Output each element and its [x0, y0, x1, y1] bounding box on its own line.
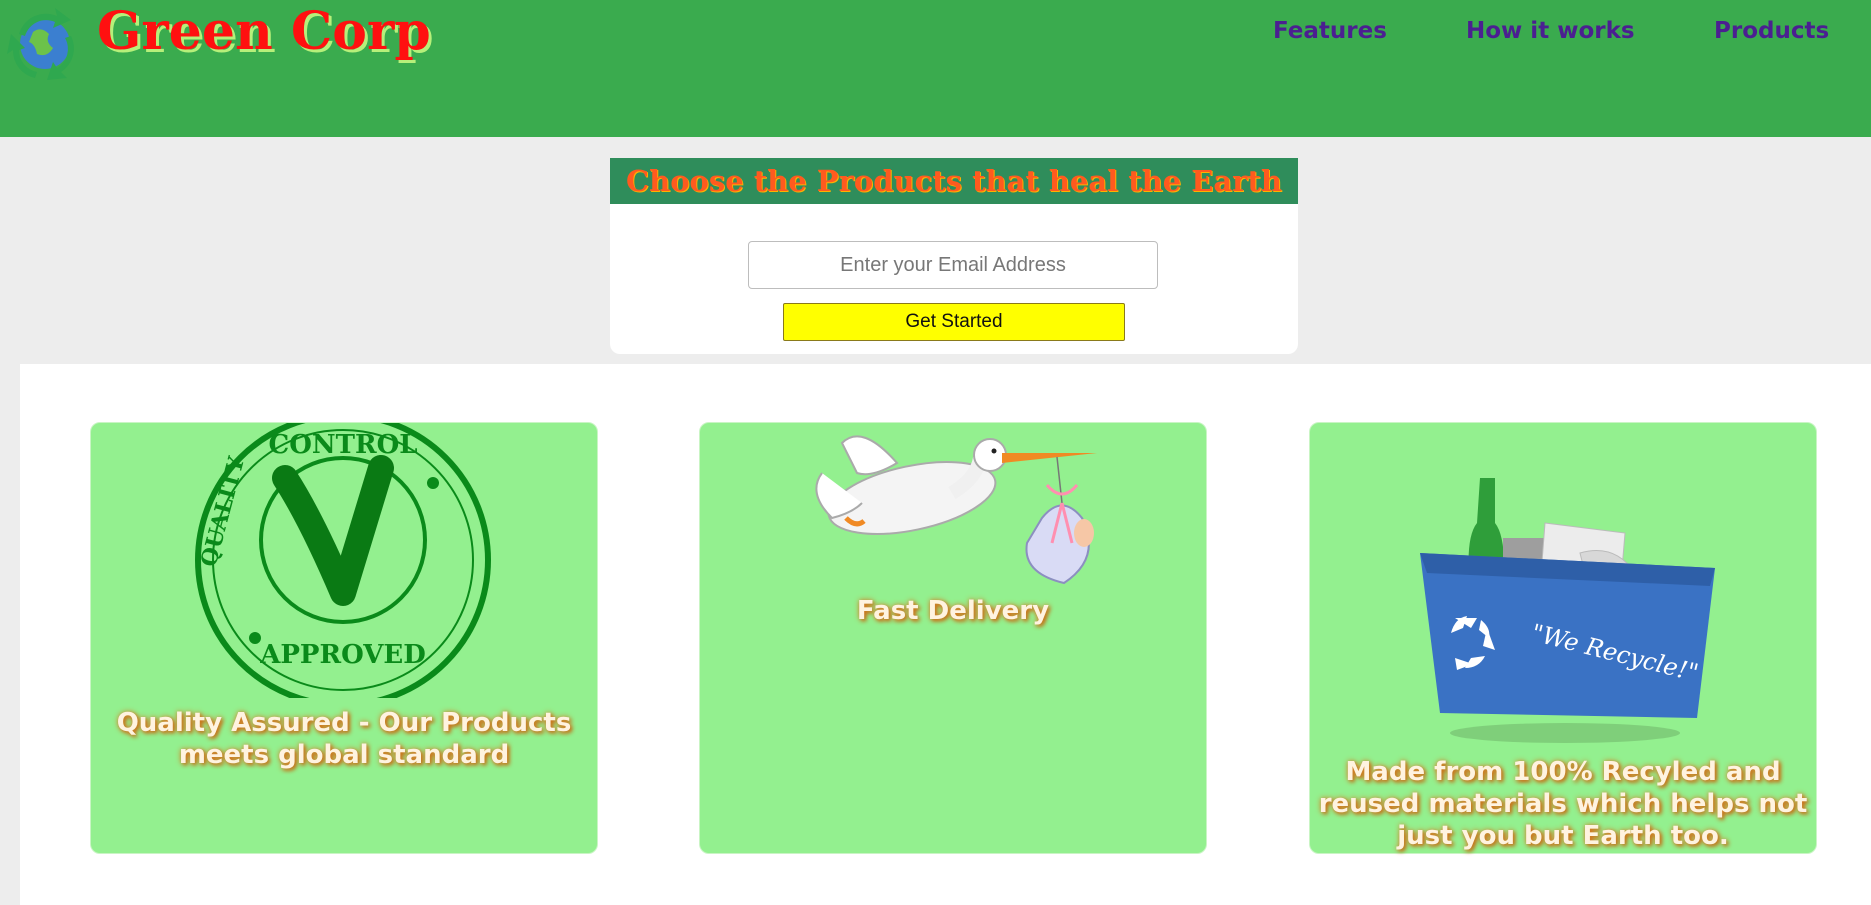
features-section: CONTROL APPROVED QUALITY Quality Assured… [20, 364, 1871, 905]
recycle-globe-logo-icon[interactable] [5, 4, 85, 84]
nav-link-how-it-works[interactable]: How it works [1466, 18, 1635, 44]
feature-text-quality: Quality Assured - Our Products meets glo… [116, 708, 572, 770]
nav-link-products[interactable]: Products [1714, 18, 1829, 44]
svg-text:APPROVED: APPROVED [259, 640, 426, 670]
brand-title: Green Corp [97, 1, 431, 62]
feature-card-delivery: Fast Delivery [699, 422, 1207, 854]
stork-delivery-icon [815, 435, 1097, 585]
header: Green Corp Features How it works Product… [0, 0, 1871, 137]
get-started-button[interactable]: Get Started [783, 303, 1125, 341]
feature-text-delivery: Fast Delivery [856, 596, 1050, 626]
nav-link-features[interactable]: Features [1273, 18, 1387, 44]
email-input[interactable] [748, 241, 1158, 289]
recycle-bin-icon: "We Recycle!" [1420, 478, 1715, 743]
feature-card-quality: CONTROL APPROVED QUALITY Quality Assured… [90, 422, 598, 854]
hero-title: Choose the Products that heal the Earth [610, 158, 1298, 204]
svg-text:CONTROL: CONTROL [269, 430, 418, 460]
feature-text-recycled: Made from 100% Recyled and reused materi… [1318, 757, 1808, 851]
hero-panel: Choose the Products that heal the Earth … [610, 158, 1298, 354]
feature-card-recycled: "We Recycle!" Made from 100% Recyled and… [1309, 422, 1817, 854]
quality-approved-stamp-icon: CONTROL APPROVED QUALITY [195, 423, 491, 698]
